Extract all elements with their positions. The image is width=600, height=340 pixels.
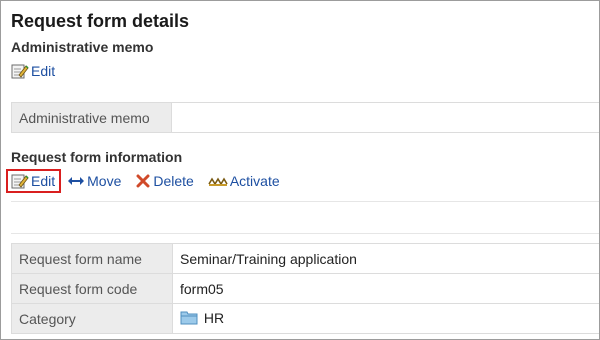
section-divider (11, 201, 599, 202)
edit-button-label: Edit (31, 173, 56, 189)
request-form-info-table: Request form name Seminar/Training appli… (11, 243, 599, 334)
category-label: Category (11, 303, 173, 334)
admin-memo-section-title: Administrative memo (11, 39, 154, 55)
request-form-toolbar: Edit Move Delete Activate (6, 169, 294, 193)
request-form-code-value: form05 (172, 273, 599, 304)
activate-icon (208, 175, 228, 187)
table-row: Category HR (11, 303, 599, 334)
delete-x-icon (135, 174, 151, 188)
category-value: HR (172, 303, 599, 334)
delete-button[interactable]: Delete (135, 173, 194, 189)
page-title: Request form details (11, 11, 190, 31)
move-arrows-icon (67, 175, 85, 187)
move-button-label: Move (87, 173, 122, 189)
edit-icon (11, 63, 29, 79)
admin-memo-value (171, 102, 599, 133)
activate-button-label: Activate (229, 173, 280, 189)
request-form-name-label: Request form name (11, 243, 173, 274)
admin-memo-table: Administrative memo (11, 102, 599, 133)
admin-memo-toolbar: Edit (11, 63, 69, 79)
admin-memo-edit-label: Edit (31, 63, 56, 79)
section-divider (11, 233, 599, 234)
category-name: HR (203, 310, 225, 326)
table-row: Request form code form05 (11, 273, 599, 304)
admin-memo-edit-link[interactable]: Edit (11, 63, 55, 79)
delete-button-label: Delete (153, 173, 194, 189)
admin-memo-label: Administrative memo (11, 102, 172, 133)
request-form-info-section-title: Request form information (11, 149, 183, 165)
edit-button[interactable]: Edit (6, 169, 62, 193)
edit-icon (11, 173, 29, 189)
table-row: Request form name Seminar/Training appli… (11, 243, 599, 274)
folder-icon (180, 309, 198, 328)
request-form-details-panel: Request form details Administrative memo… (0, 0, 600, 340)
request-form-name-value: Seminar/Training application (172, 243, 599, 274)
request-form-code-label: Request form code (11, 273, 173, 304)
move-button[interactable]: Move (67, 173, 121, 189)
table-row: Administrative memo (11, 102, 599, 133)
activate-button[interactable]: Activate (208, 173, 280, 189)
